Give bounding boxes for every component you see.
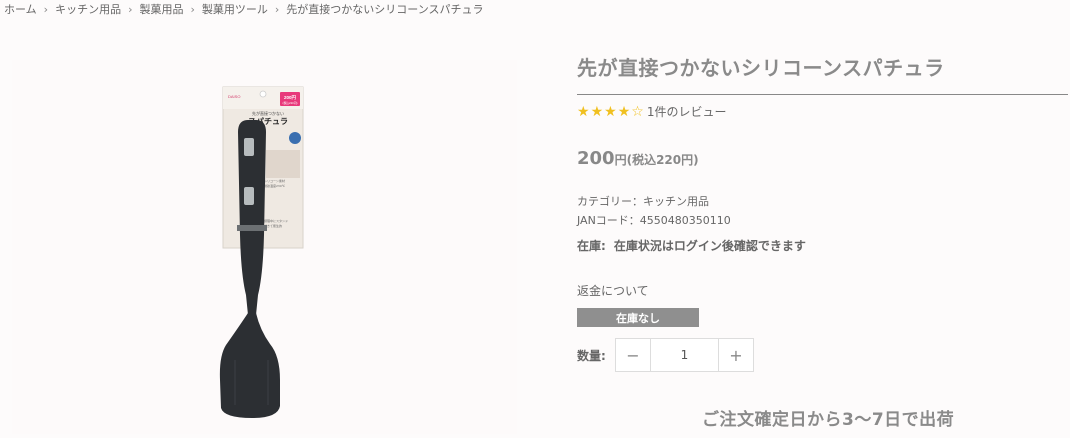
product-jan-code: JANコード：4550480350110: [577, 214, 731, 227]
quantity-label: 数量:: [577, 348, 606, 363]
minus-icon[interactable]: −: [616, 339, 650, 371]
stock-status: 在庫: 在庫状況はログイン後確認できます: [577, 237, 806, 254]
chevron-right-icon: ›: [190, 2, 195, 16]
breadcrumb-baking-tools[interactable]: 製菓用ツール: [202, 1, 268, 17]
quantity-control: − +: [615, 338, 754, 372]
product-rating: ★ ★ ★ ★ ☆ 1件のレビュー: [577, 103, 726, 120]
star-empty-icon: ☆: [631, 103, 644, 120]
product-image[interactable]: DAISO 200円 (税込220円) 先が直接つかない スパチュラ シリコーン…: [12, 60, 517, 434]
package-subtitle: 先が直接つかない: [252, 110, 284, 116]
rating-stars: ★ ★ ★ ★ ☆: [577, 105, 645, 119]
spatula-head: [219, 313, 280, 418]
package-note-1: シリコーン素材: [264, 178, 285, 183]
package-price-sub: (税込220円): [283, 101, 298, 105]
chevron-right-icon: ›: [274, 2, 280, 16]
price: 200円(税込220円): [577, 148, 699, 169]
star-filled-icon: ★: [577, 103, 590, 120]
breadcrumb-kitchen[interactable]: キッチン用品: [55, 1, 121, 17]
stock-value: 在庫状況はログイン後確認できます: [613, 239, 806, 253]
package-badge: [289, 132, 301, 144]
refund-link[interactable]: 返金について: [577, 282, 649, 299]
hang-hole: [259, 90, 267, 98]
plus-icon[interactable]: +: [719, 339, 753, 371]
out-of-stock-badge: 在庫なし: [577, 308, 699, 327]
breadcrumb: ホーム › キッチン用品 › 製菓用品 › 製菓用ツール › 先が直接つかないシ…: [4, 1, 484, 17]
star-filled-icon: ★: [604, 103, 617, 120]
star-filled-icon: ★: [590, 103, 604, 120]
breadcrumb-home[interactable]: ホーム: [4, 1, 37, 17]
package-note-2: 耐熱温度230℃: [264, 183, 286, 188]
price-value: 200: [577, 148, 615, 169]
title-divider: [577, 94, 1068, 95]
breadcrumb-baking[interactable]: 製菓用品: [139, 1, 183, 17]
package-price: 200円: [284, 94, 297, 101]
package-brand: DAISO: [228, 94, 240, 99]
price-unit: 円: [614, 153, 627, 167]
quantity-stepper: 数量: − +: [577, 338, 754, 372]
star-filled-icon: ★: [617, 103, 631, 120]
package-photo: [266, 150, 300, 178]
shipping-note: ご注文確定日から3〜7日で出荷: [702, 410, 955, 430]
chevron-right-icon: ›: [43, 2, 49, 16]
quantity-input[interactable]: [650, 339, 719, 371]
breadcrumb-current: 先が直接つかないシリコーンスパチュラ: [286, 3, 484, 16]
product-category: カテゴリー：キッチン用品: [577, 195, 709, 208]
stock-label: 在庫:: [577, 239, 606, 253]
handle-window-bottom: [244, 187, 254, 205]
package-note-3: 調理中にスタンド: [264, 218, 288, 223]
page-title: 先が直接つかないシリコーンスパチュラ: [577, 56, 945, 80]
spatula-product-image: DAISO 200円 (税込220円) 先が直接つかない スパチュラ シリコーン…: [219, 86, 304, 418]
chevron-right-icon: ›: [128, 2, 133, 16]
review-count-link[interactable]: 1件のレビュー: [647, 103, 727, 120]
handle-window-top: [244, 138, 254, 156]
package-strap: [237, 225, 267, 231]
price-tax-included: (税込220円): [626, 153, 699, 167]
